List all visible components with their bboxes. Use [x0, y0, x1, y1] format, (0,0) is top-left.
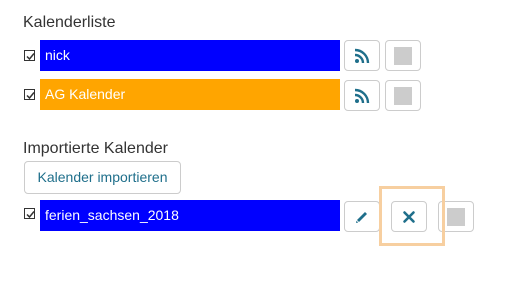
calendar-list-heading: Kalenderliste — [23, 14, 116, 31]
calendar-checkbox-nick[interactable] — [24, 50, 35, 61]
close-icon — [403, 210, 415, 223]
pencil-icon — [356, 211, 367, 223]
edit-button-ferien-sachsen-2018[interactable] — [344, 201, 380, 232]
calendar-checkbox-ag-kalender[interactable] — [24, 89, 35, 100]
calendar-item-ferien-sachsen-2018[interactable]: ferien_sachsen_2018 — [40, 200, 340, 231]
calendar-item-nick[interactable]: nick — [40, 40, 340, 71]
color-picker-button-nick[interactable] — [385, 40, 421, 71]
color-picker-button-ag-kalender[interactable] — [385, 80, 421, 111]
calendar-settings-panel: Kalenderliste nick AG Kalender Importier — [0, 0, 529, 281]
rss-icon — [354, 88, 370, 103]
checkmark-icon — [26, 92, 35, 100]
checkmark-icon — [26, 211, 35, 219]
color-swatch-icon — [447, 207, 465, 226]
color-picker-button-ferien-sachsen-2018[interactable] — [438, 201, 474, 232]
calendar-checkbox-ferien-sachsen-2018[interactable] — [24, 208, 35, 219]
calendar-item-ag-kalender[interactable]: AG Kalender — [40, 79, 340, 110]
rss-icon — [354, 48, 370, 63]
imported-calendars-heading: Importierte Kalender — [23, 140, 168, 157]
subscribe-button-nick[interactable] — [344, 40, 380, 71]
color-swatch-icon — [394, 46, 412, 65]
delete-button-ferien-sachsen-2018[interactable] — [391, 201, 427, 232]
subscribe-button-ag-kalender[interactable] — [344, 80, 380, 111]
checkmark-icon — [26, 53, 35, 61]
import-calendar-button[interactable]: Kalender importieren — [24, 161, 181, 194]
color-swatch-icon — [394, 86, 412, 105]
